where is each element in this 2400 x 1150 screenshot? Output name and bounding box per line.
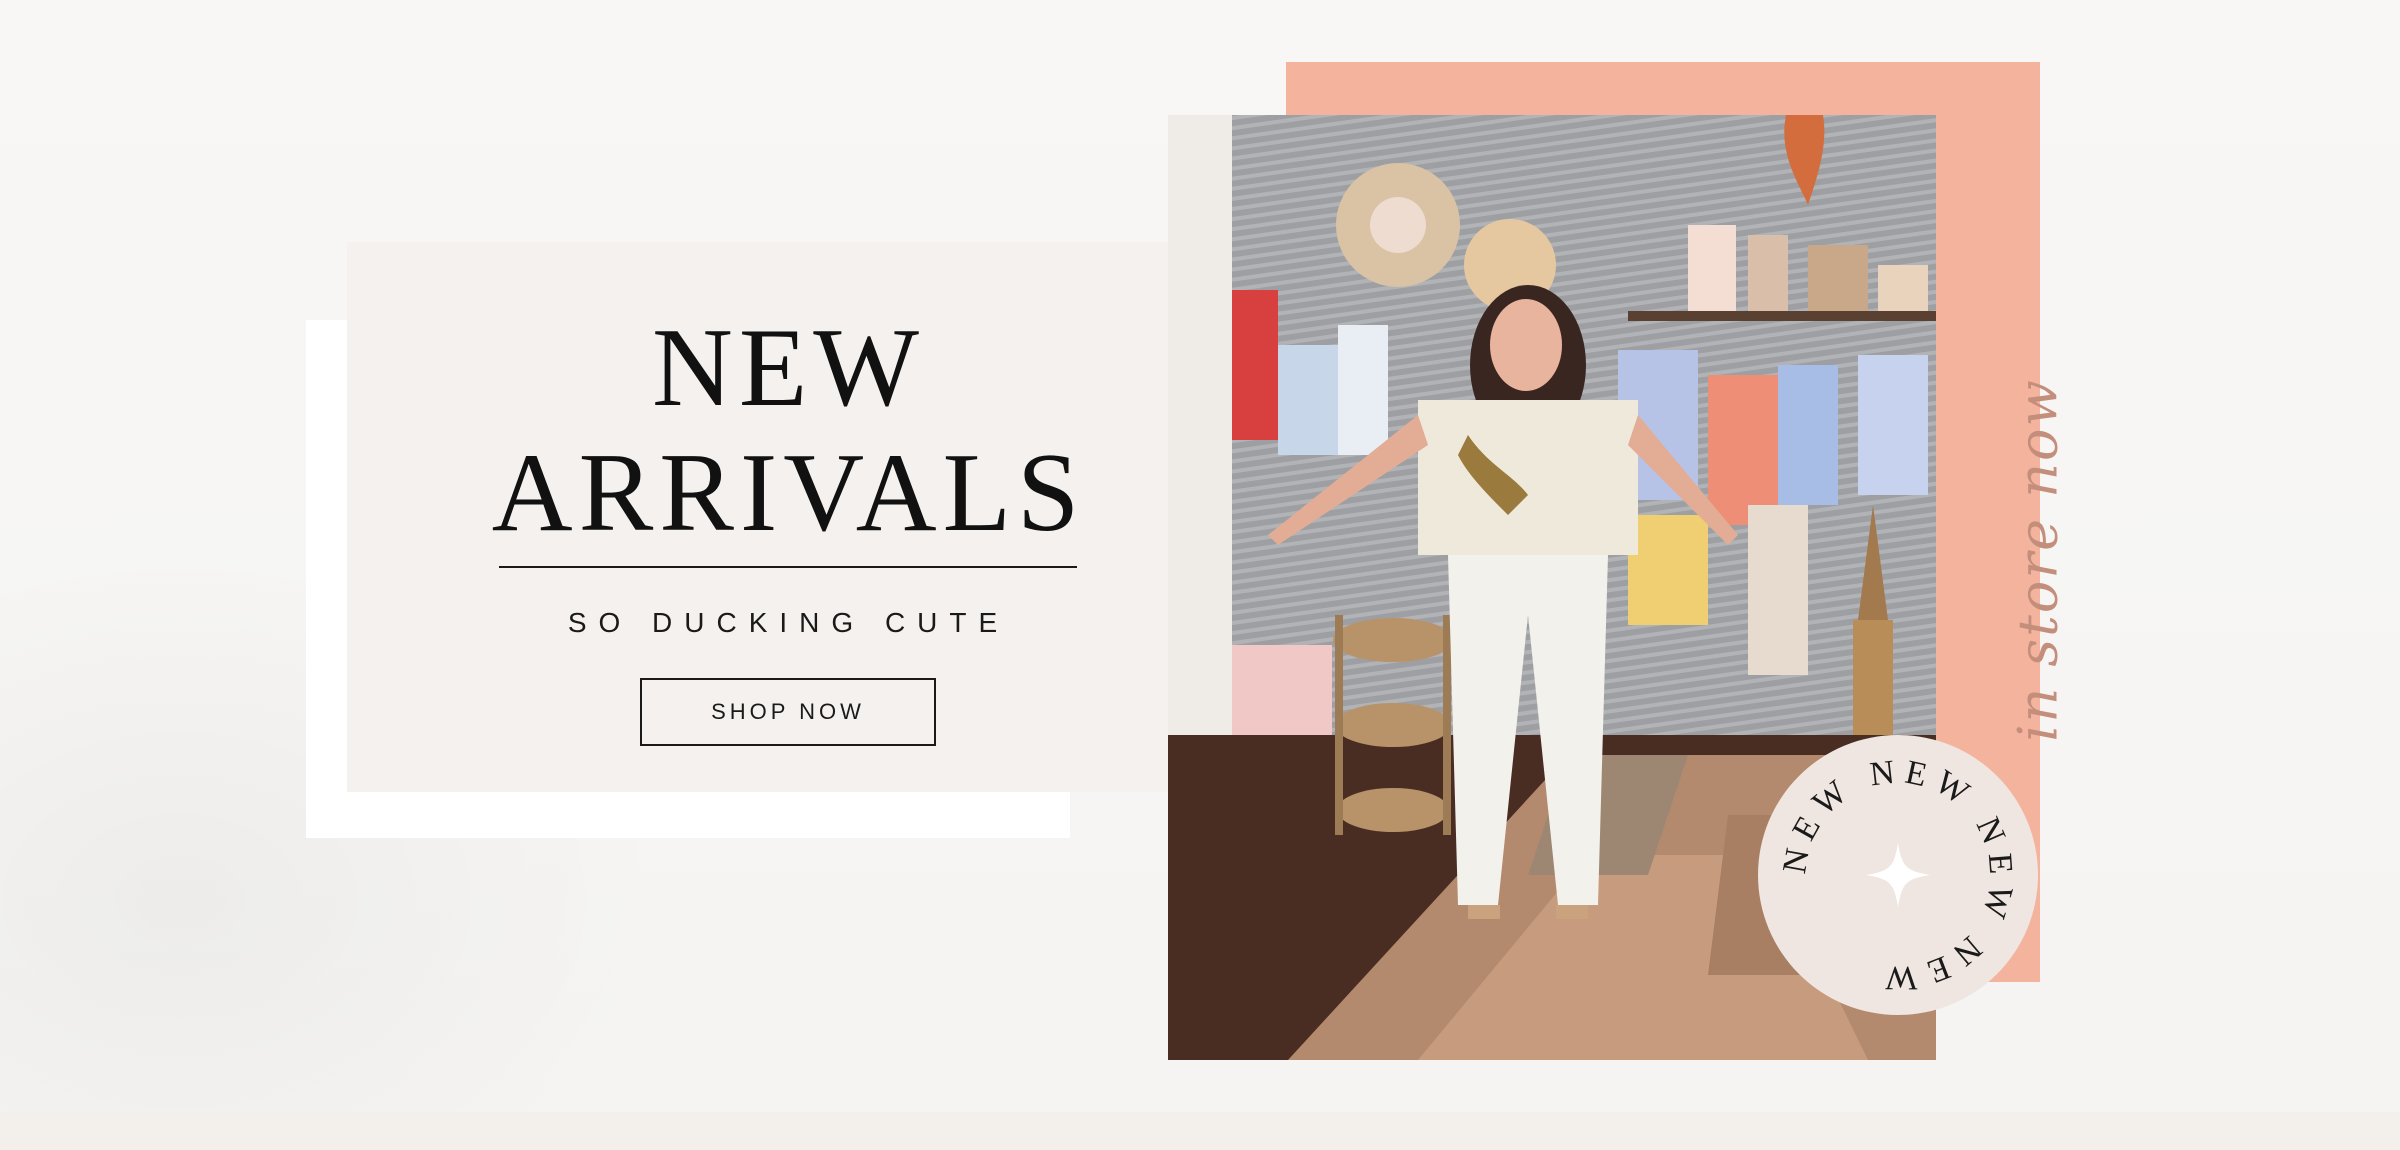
in-store-now-script: in store now (2006, 378, 2070, 742)
badge-ring-svg: NEW NEW NEW NEW (1776, 753, 2012, 996)
new-badge: NEW NEW NEW NEW (1758, 735, 2038, 1015)
sparkle-icon (1866, 843, 1930, 907)
hero-title-line2: ARRIVALS (491, 431, 1086, 555)
shop-now-button[interactable]: SHOP NOW (640, 678, 936, 746)
hero-title-line1: NEW (651, 306, 925, 430)
hero-tagline: SO DUCKING CUTE (567, 607, 1010, 638)
title-divider (499, 566, 1077, 568)
hero-card: NEW ARRIVALS SO DUCKING CUTE SHOP NOW (347, 242, 1230, 792)
footer-strip (0, 1112, 2400, 1150)
